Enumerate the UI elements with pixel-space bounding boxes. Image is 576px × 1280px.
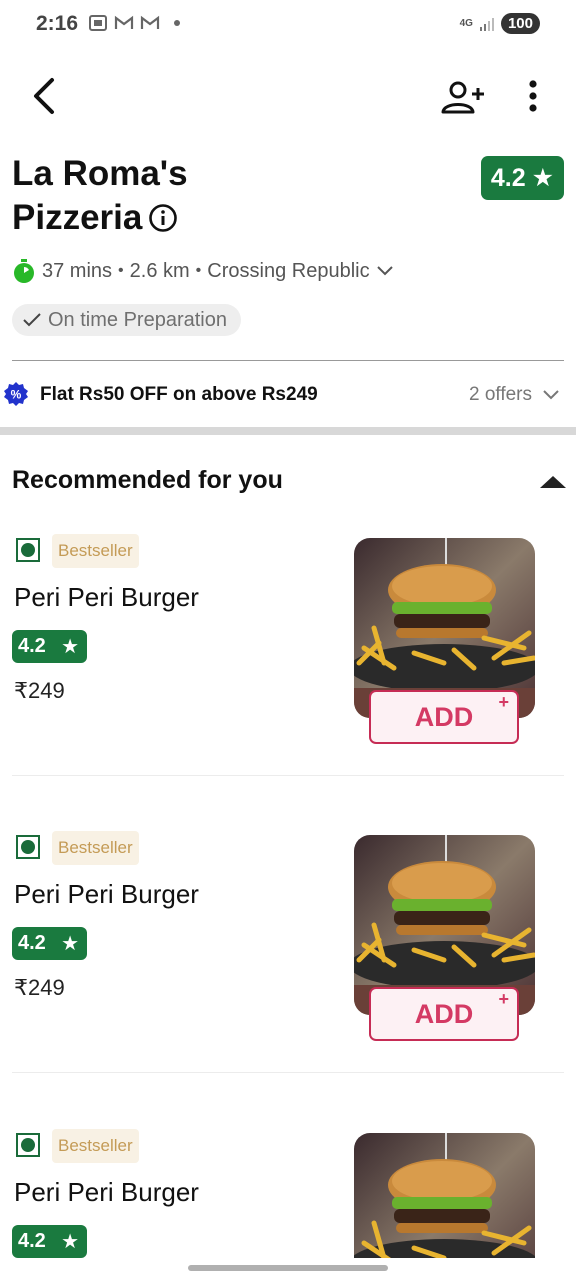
restaurant-name: La Roma's Pizzeria [12,152,332,240]
prep-status-text: On time Preparation [48,308,227,331]
separator-dot: • [118,262,124,279]
add-to-cart-button[interactable]: ADD + [369,690,519,744]
item-name[interactable]: Peri Peri Burger [14,582,199,613]
back-arrow-icon[interactable] [28,74,64,118]
restaurant-name-line2: Pizzeria [12,198,143,237]
item-rating-badge: 4.2 ★ [12,1225,87,1258]
veg-indicator-icon [16,835,40,859]
item-rating-badge: 4.2 ★ [12,630,87,663]
star-icon: ★ [61,636,79,658]
item-name[interactable]: Peri Peri Burger [14,1177,199,1208]
section-title: Recommended for you [12,466,283,494]
distance: 2.6 km [129,259,190,282]
separator-dot-2: • [195,262,202,279]
status-time: 2:16 [36,12,79,35]
prep-status-badge: On time Preparation [12,304,241,336]
location: Crossing Republic [207,259,370,282]
chevron-down-icon [376,266,393,276]
more-options-icon[interactable] [518,76,548,116]
bestseller-badge: Bestseller [52,534,139,568]
item-name[interactable]: Peri Peri Burger [14,879,199,910]
item-divider [12,775,564,776]
menu-item: Bestseller Peri Peri Burger 4.2 ★ ₹249 AD… [0,534,576,832]
home-gesture-bar[interactable] [188,1265,388,1271]
chevron-down-icon [543,390,559,400]
delivery-time: 37 mins [42,259,113,282]
offer-row[interactable]: % Flat Rs50 OFF on above Rs249 2 offers [0,374,576,416]
check-icon [23,313,41,327]
item-rating-value: 4.2 [18,1230,46,1252]
add-button-label: ADD [414,701,474,732]
offer-text: Flat Rs50 OFF on above Rs249 [40,384,318,405]
star-icon: ★ [531,164,555,192]
section-divider [0,427,576,435]
item-price: ₹249 [14,678,65,703]
offers-count[interactable]: 2 offers [469,384,560,406]
network-type: 4G [459,18,473,29]
veg-indicator-icon [16,1133,40,1157]
restaurant-name-line1: La Roma's [12,154,188,193]
more-notifications-dot [174,20,180,26]
veg-indicator-icon [16,538,40,562]
add-person-icon[interactable] [438,78,488,118]
add-to-cart-button[interactable]: ADD + [369,987,519,1041]
restaurant-rating-badge: 4.2 ★ [481,156,564,200]
notification-icons [88,14,180,32]
menu-item: Bestseller Peri Peri Burger 4.2 ★ [0,1129,576,1258]
plus-icon: + [498,692,509,712]
menu-item: Bestseller Peri Peri Burger 4.2 ★ ₹249 AD… [0,831,576,1129]
plus-icon: + [498,989,509,1009]
discount-badge-icon: % [4,382,28,406]
bestseller-badge: Bestseller [52,831,139,865]
divider [12,360,564,361]
gmail-icon-2 [140,15,160,29]
item-rating-value: 4.2 [18,635,46,657]
delivery-meta[interactable]: 37 mins • 2.6 km • Crossing Republic [12,258,394,284]
item-price: ₹249 [14,975,65,1000]
stopwatch-icon [14,259,34,283]
gmail-icon [114,15,134,29]
bestseller-badge: Bestseller [52,1129,139,1163]
battery-indicator: 100 [500,13,540,34]
star-icon: ★ [61,1231,79,1253]
star-icon: ★ [61,933,79,955]
status-bar: 2:16 4G 100 [0,0,576,50]
offers-count-label: 2 offers [468,384,532,405]
screenshot-icon [89,15,107,31]
svg-text:%: % [11,388,22,402]
restaurant-rating-value: 4.2 [490,163,526,192]
collapse-arrow-icon[interactable] [540,476,566,488]
info-icon[interactable] [148,203,178,233]
status-right: 4G 100 [460,13,540,34]
item-image[interactable] [354,1133,535,1258]
item-rating-badge: 4.2 ★ [12,927,87,960]
signal-icon [479,17,494,31]
item-divider [12,1072,564,1073]
add-button-label: ADD [414,998,474,1029]
item-rating-value: 4.2 [18,932,46,954]
